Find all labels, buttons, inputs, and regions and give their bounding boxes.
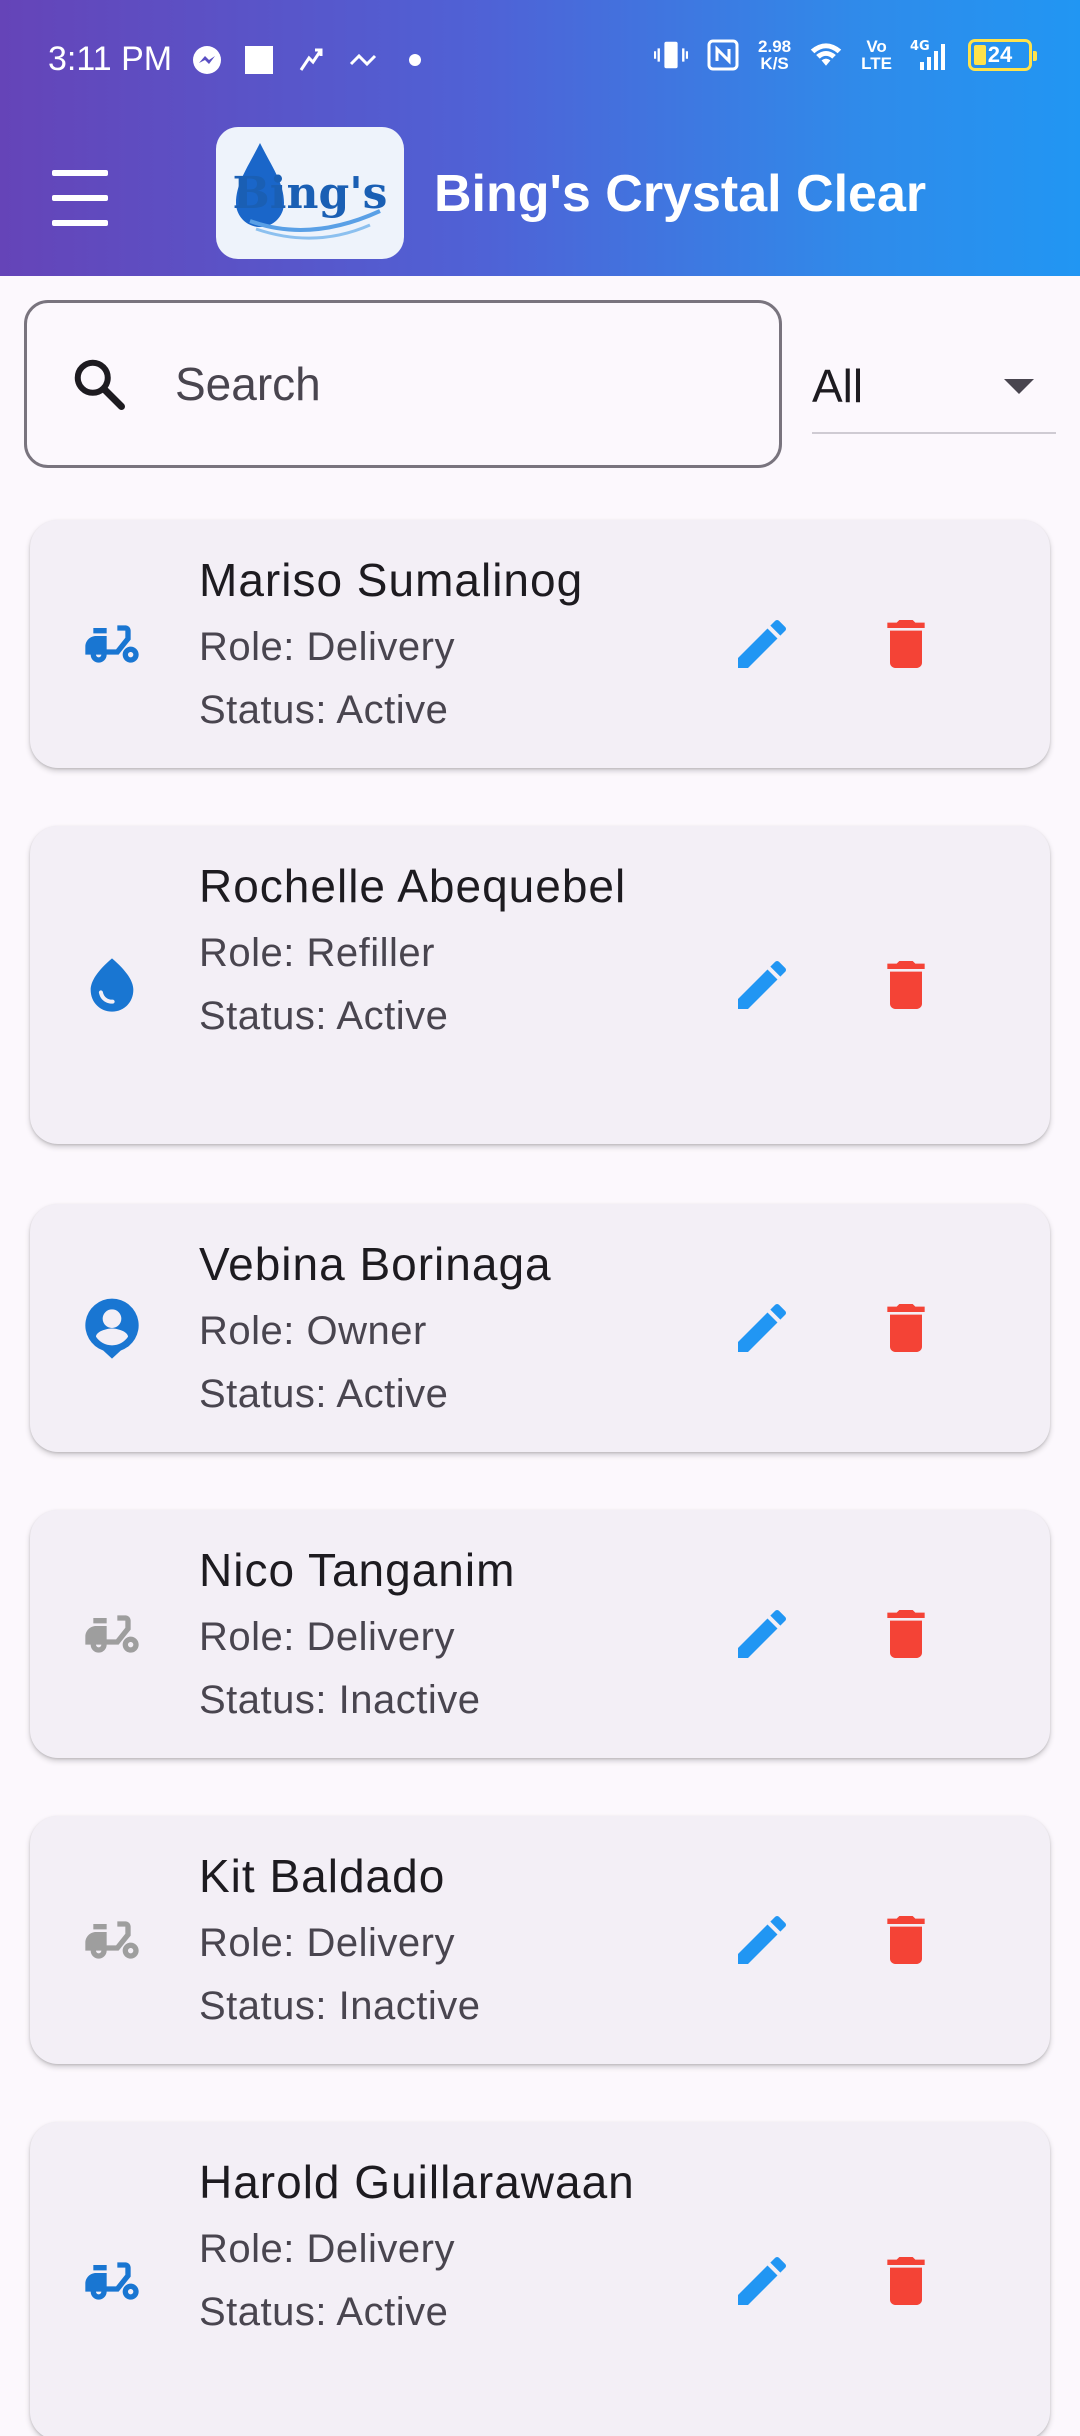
employee-status: Status: Active <box>199 688 449 732</box>
employee-status: Status: Inactive <box>199 1984 481 2028</box>
employee-name: Rochelle Abequebel <box>199 860 627 912</box>
employee-role: Role: Delivery <box>199 625 455 669</box>
pencil-icon <box>738 2256 787 2305</box>
delete-button[interactable] <box>870 949 942 1021</box>
wifi-icon <box>809 38 843 72</box>
pencil-icon <box>738 1609 787 1658</box>
battery-indicator: 24 <box>968 39 1037 71</box>
employee-card[interactable]: Nico Tanganim Role: Delivery Status: Ina… <box>30 1510 1050 1758</box>
water-drop-icon <box>80 953 144 1017</box>
employee-role: Role: Delivery <box>199 2227 455 2271</box>
role-filter-dropdown[interactable]: All <box>812 340 1056 434</box>
delete-button[interactable] <box>870 608 942 680</box>
employee-name: Vebina Borinaga <box>199 1238 552 1290</box>
filter-selected-value: All <box>812 360 864 412</box>
delete-button[interactable] <box>870 2245 942 2317</box>
employee-name: Kit Baldado <box>199 1850 446 1902</box>
pencil-icon <box>738 1303 787 1352</box>
employee-status: Status: Active <box>199 1372 449 1416</box>
search-icon <box>67 352 131 416</box>
delete-button[interactable] <box>870 1904 942 1976</box>
employee-card[interactable]: Mariso Sumalinog Role: Delivery Status: … <box>30 520 1050 768</box>
employee-card[interactable]: Vebina Borinaga Role: Owner Status: Acti… <box>30 1204 1050 1452</box>
dropdown-arrow-icon <box>1004 378 1034 394</box>
employee-role: Role: Refiller <box>199 931 435 975</box>
menu-icon <box>52 170 108 176</box>
status-bar: 3:11 PM 2.98 K/S Vo LTE 4G 24 <box>0 0 1080 120</box>
delivery-scooter-icon <box>80 1602 144 1666</box>
employee-name: Nico Tanganim <box>199 1544 516 1596</box>
dot-icon <box>398 43 432 77</box>
trash-icon <box>887 620 925 668</box>
employee-name: Harold Guillarawaan <box>199 2156 635 2208</box>
employee-role: Role: Delivery <box>199 1921 455 1965</box>
delivery-scooter-icon <box>80 1908 144 1972</box>
employee-name: Mariso Sumalinog <box>199 554 584 606</box>
trash-icon <box>887 2257 925 2305</box>
edit-button[interactable] <box>726 2245 798 2317</box>
search-field[interactable] <box>24 300 782 468</box>
header: 3:11 PM 2.98 K/S Vo LTE 4G 24 Bing's Bin… <box>0 0 1080 276</box>
search-input[interactable] <box>175 357 735 411</box>
app-bar: Bing's Bing's Crystal Clear <box>0 120 1080 276</box>
employee-card[interactable]: Harold Guillarawaan Role: Delivery Statu… <box>30 2122 1050 2436</box>
trash-icon <box>887 1916 925 1964</box>
pencil-icon <box>738 1915 787 1964</box>
nfc-icon <box>706 38 740 72</box>
trash-icon <box>887 961 925 1009</box>
edit-button[interactable] <box>726 608 798 680</box>
edit-button[interactable] <box>726 1598 798 1670</box>
app-logo: Bing's <box>216 127 404 259</box>
employee-role: Role: Owner <box>199 1309 427 1353</box>
employee-role: Role: Delivery <box>199 1615 455 1659</box>
signal-icon: 4G <box>910 38 950 72</box>
trash-icon <box>887 1610 925 1658</box>
delete-button[interactable] <box>870 1292 942 1364</box>
person-pin-icon <box>80 1296 144 1360</box>
employee-status: Status: Active <box>199 994 449 1038</box>
delivery-scooter-icon <box>80 612 144 676</box>
link-icon <box>346 43 380 77</box>
messenger-icon <box>190 43 224 77</box>
delete-button[interactable] <box>870 1598 942 1670</box>
delivery-scooter-icon <box>80 2249 144 2313</box>
employee-status: Status: Inactive <box>199 1678 481 1722</box>
square-icon <box>242 43 276 77</box>
edit-button[interactable] <box>726 1292 798 1364</box>
network-speed: 2.98 K/S <box>758 37 792 73</box>
volte-indicator: Vo LTE <box>861 37 892 73</box>
activity-icon <box>294 43 328 77</box>
employee-card[interactable]: Kit Baldado Role: Delivery Status: Inact… <box>30 1816 1050 2064</box>
menu-button[interactable] <box>52 170 116 226</box>
employee-status: Status: Active <box>199 2290 449 2334</box>
edit-button[interactable] <box>726 949 798 1021</box>
app-title: Bing's Crystal Clear <box>434 165 927 223</box>
vibrate-icon <box>654 38 689 72</box>
pencil-icon <box>738 619 787 668</box>
status-time: 3:11 PM <box>48 40 173 78</box>
svg-text:4G: 4G <box>910 39 930 54</box>
pencil-icon <box>738 960 787 1009</box>
edit-button[interactable] <box>726 1904 798 1976</box>
employee-card[interactable]: Rochelle Abequebel Role: Refiller Status… <box>30 826 1050 1144</box>
logo-text: Bing's <box>232 167 388 219</box>
trash-icon <box>887 1304 925 1352</box>
